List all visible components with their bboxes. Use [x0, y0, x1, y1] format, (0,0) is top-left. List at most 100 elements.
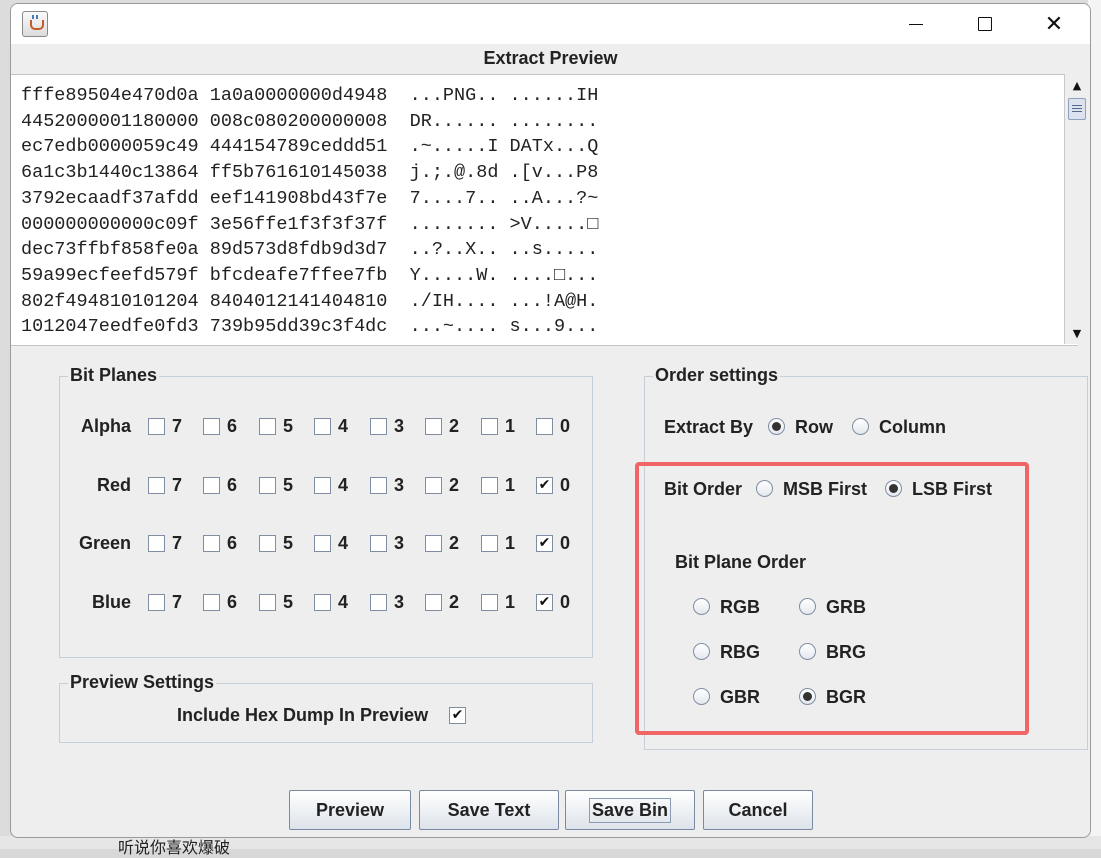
plane-order-grb-radio[interactable]: [799, 598, 816, 615]
bit-blue-0-label[interactable]: 0: [560, 592, 570, 613]
bit-green-1-checkbox[interactable]: [481, 535, 498, 552]
bit-alpha-0-label[interactable]: 0: [560, 416, 570, 437]
plane-order-bgr-label[interactable]: BGR: [826, 687, 866, 708]
bit-blue-7-checkbox[interactable]: [148, 594, 165, 611]
bit-green-1-label[interactable]: 1: [505, 533, 515, 554]
bit-red-3-checkbox[interactable]: [370, 477, 387, 494]
bit-alpha-1-label[interactable]: 1: [505, 416, 515, 437]
bit-red-6-checkbox[interactable]: [203, 477, 220, 494]
bit-blue-7-label[interactable]: 7: [172, 592, 182, 613]
bit-blue-4-label[interactable]: 4: [338, 592, 348, 613]
minimize-button[interactable]: [885, 4, 947, 44]
save-text-button[interactable]: Save Text: [419, 790, 559, 830]
hex-dump-line: 59a99ecfeefd579f bfcdeafe7ffee7fb Y.....…: [21, 263, 598, 289]
bit-alpha-0-checkbox[interactable]: [536, 418, 553, 435]
close-button[interactable]: ✕: [1023, 4, 1085, 44]
maximize-button[interactable]: [954, 4, 1016, 44]
bit-green-3-label[interactable]: 3: [394, 533, 404, 554]
bit-red-1-checkbox[interactable]: [481, 477, 498, 494]
bit-alpha-4-label[interactable]: 4: [338, 416, 348, 437]
scroll-down-icon[interactable]: ▼: [1068, 324, 1086, 342]
hex-dump-hex-col2: bfcdeafe7ffee7fb: [209, 264, 388, 286]
bit-blue-4-checkbox[interactable]: [314, 594, 331, 611]
extract-by-column-label[interactable]: Column: [879, 417, 946, 438]
plane-order-grb-label[interactable]: GRB: [826, 597, 866, 618]
bit-green-0-checkbox[interactable]: ✔: [536, 535, 553, 552]
bit-alpha-4-checkbox[interactable]: [314, 418, 331, 435]
bit-red-6-label[interactable]: 6: [227, 475, 237, 496]
cancel-button[interactable]: Cancel: [703, 790, 813, 830]
bit-red-5-checkbox[interactable]: [259, 477, 276, 494]
bit-alpha-7-label[interactable]: 7: [172, 416, 182, 437]
bit-green-5-label[interactable]: 5: [283, 533, 293, 554]
bit-red-7-checkbox[interactable]: [148, 477, 165, 494]
bit-green-6-checkbox[interactable]: [203, 535, 220, 552]
include-hex-checkbox[interactable]: ✔: [449, 707, 466, 724]
bit-alpha-5-checkbox[interactable]: [259, 418, 276, 435]
bit-green-2-checkbox[interactable]: [425, 535, 442, 552]
bit-blue-2-checkbox[interactable]: [425, 594, 442, 611]
bit-blue-5-label[interactable]: 5: [283, 592, 293, 613]
bit-alpha-7-checkbox[interactable]: [148, 418, 165, 435]
extract-by-column-radio[interactable]: [852, 418, 869, 435]
hex-dump-content: fffe89504e470d0a 1a0a0000000d4948 ...PNG…: [21, 83, 598, 340]
bit-red-4-label[interactable]: 4: [338, 475, 348, 496]
plane-order-gbr-radio[interactable]: [693, 688, 710, 705]
bit-red-0-label[interactable]: 0: [560, 475, 570, 496]
extract-by-row-label[interactable]: Row: [795, 417, 833, 438]
bit-green-7-label[interactable]: 7: [172, 533, 182, 554]
bit-alpha-3-checkbox[interactable]: [370, 418, 387, 435]
bit-alpha-3-label[interactable]: 3: [394, 416, 404, 437]
plane-order-brg-label[interactable]: BRG: [826, 642, 866, 663]
bit-alpha-2-checkbox[interactable]: [425, 418, 442, 435]
preview-scrollbar[interactable]: ▲ ▼: [1064, 74, 1090, 344]
bit-green-2-label[interactable]: 2: [449, 533, 459, 554]
scroll-up-icon[interactable]: ▲: [1068, 76, 1086, 94]
bit-green-5-checkbox[interactable]: [259, 535, 276, 552]
bit-alpha-2-label[interactable]: 2: [449, 416, 459, 437]
bit-red-3-label[interactable]: 3: [394, 475, 404, 496]
bit-blue-6-checkbox[interactable]: [203, 594, 220, 611]
plane-order-rbg-radio[interactable]: [693, 643, 710, 660]
bit-alpha-6-label[interactable]: 6: [227, 416, 237, 437]
bit-blue-6-label[interactable]: 6: [227, 592, 237, 613]
hex-dump-hex-col2: ff5b761610145038: [209, 162, 388, 184]
plane-order-rgb-label[interactable]: RGB: [720, 597, 760, 618]
plane-order-bgr-radio[interactable]: [799, 688, 816, 705]
hex-dump-ascii-col2: >V.....□: [509, 213, 599, 235]
bit-blue-3-checkbox[interactable]: [370, 594, 387, 611]
bit-green-3-checkbox[interactable]: [370, 535, 387, 552]
bit-blue-5-checkbox[interactable]: [259, 594, 276, 611]
save-bin-button[interactable]: Save Bin: [565, 790, 695, 830]
bit-blue-0-checkbox[interactable]: ✔: [536, 594, 553, 611]
plane-order-rgb-radio[interactable]: [693, 598, 710, 615]
extract-by-row-radio[interactable]: [768, 418, 785, 435]
bit-alpha-1-checkbox[interactable]: [481, 418, 498, 435]
preview-button[interactable]: Preview: [289, 790, 411, 830]
plane-order-brg-radio[interactable]: [799, 643, 816, 660]
bit-green-4-checkbox[interactable]: [314, 535, 331, 552]
bit-red-7-label[interactable]: 7: [172, 475, 182, 496]
bit-red-2-label[interactable]: 2: [449, 475, 459, 496]
hex-dump-line: fffe89504e470d0a 1a0a0000000d4948 ...PNG…: [21, 83, 598, 109]
plane-order-gbr-label[interactable]: GBR: [720, 687, 760, 708]
bit-green-0-label[interactable]: 0: [560, 533, 570, 554]
bit-red-2-checkbox[interactable]: [425, 477, 442, 494]
bit-green-4-label[interactable]: 4: [338, 533, 348, 554]
preview-text-area[interactable]: fffe89504e470d0a 1a0a0000000d4948 ...PNG…: [11, 74, 1078, 346]
bit-blue-1-label[interactable]: 1: [505, 592, 515, 613]
bit-blue-2-label[interactable]: 2: [449, 592, 459, 613]
bit-green-7-checkbox[interactable]: [148, 535, 165, 552]
bit-alpha-6-checkbox[interactable]: [203, 418, 220, 435]
dialog-title: Extract Preview: [483, 48, 618, 68]
bit-red-4-checkbox[interactable]: [314, 477, 331, 494]
plane-order-rbg-label[interactable]: RBG: [720, 642, 760, 663]
bit-alpha-5-label[interactable]: 5: [283, 416, 293, 437]
bit-green-6-label[interactable]: 6: [227, 533, 237, 554]
bit-red-0-checkbox[interactable]: ✔: [536, 477, 553, 494]
bit-blue-3-label[interactable]: 3: [394, 592, 404, 613]
bit-red-5-label[interactable]: 5: [283, 475, 293, 496]
scroll-thumb[interactable]: [1068, 98, 1086, 120]
bit-red-1-label[interactable]: 1: [505, 475, 515, 496]
bit-blue-1-checkbox[interactable]: [481, 594, 498, 611]
